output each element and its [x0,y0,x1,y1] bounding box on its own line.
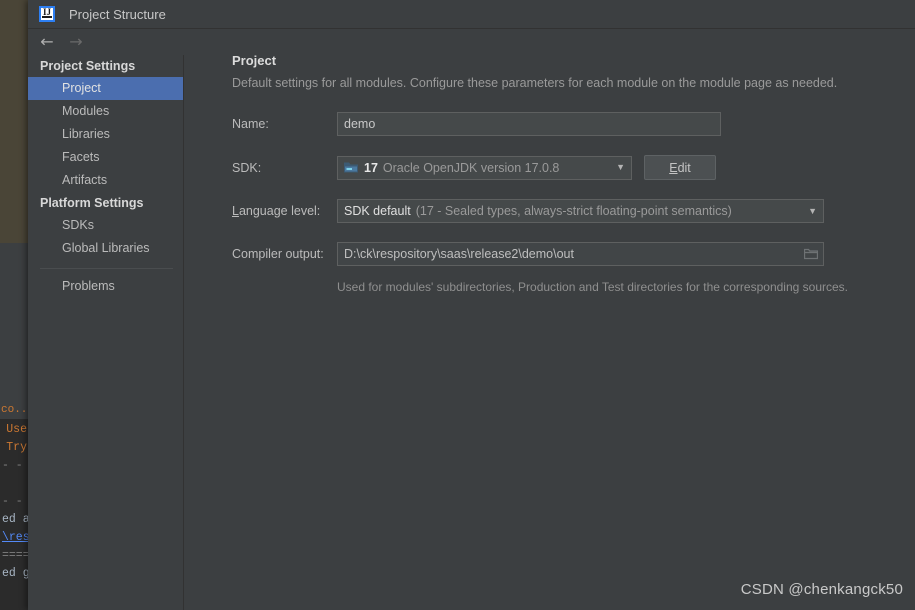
console-tab-label[interactable]: co... [0,401,28,420]
language-level-detail: (17 - Sealed types, always-strict floati… [415,204,732,218]
compiler-output-value: D:\ck\respository\saas\release2\demo\out [344,247,574,261]
project-structure-dialog: Project Structure ← → Project Settings P… [28,0,915,610]
dialog-title: Project Structure [69,6,166,22]
chevron-down-icon[interactable]: ▼ [800,206,817,216]
compiler-output-input[interactable]: D:\ck\respository\saas\release2\demo\out [337,242,824,266]
sdk-name: Oracle OpenJDK version 17.0.8 [382,160,560,175]
name-input-value: demo [344,117,376,131]
console-output: Use Try - - - - - - ed a \res ==== ed g [0,421,28,583]
console-line: ==== [2,549,28,562]
background-editor-strip [0,0,28,243]
name-row: Name: demo [232,112,915,136]
chevron-down-icon[interactable]: ▼ [608,163,625,172]
name-input[interactable]: demo [337,112,721,136]
sidebar-group-platform-settings: Platform Settings [40,196,144,210]
console-line: ed a [2,513,28,526]
console-line: - - - [2,495,28,508]
sdk-edit-button[interactable]: Edit [644,155,716,180]
sidebar-item-sdks[interactable]: SDKs [28,214,183,237]
edit-button-label-rest: dit [677,160,691,175]
sidebar-item-global-libraries[interactable]: Global Libraries [28,237,183,260]
background-tool-strip [0,243,28,401]
console-line-link[interactable]: \res [0,529,28,547]
folder-browse-icon[interactable] [799,243,823,265]
compiler-output-label: Compiler output: [232,247,324,261]
language-level-label-mnemonic: L [232,204,239,218]
console-line: Try [6,441,27,454]
sdk-version: 17 [364,160,378,175]
arrow-left-icon[interactable]: ← [37,33,57,51]
background-console-panel: co... Use Try - - - - - - ed a \res ====… [0,401,28,610]
watermark-text: CSDN @chenkangck50 [740,581,903,598]
sdk-label: SDK: [232,160,262,175]
console-line: ed g [2,567,28,580]
sdk-row: SDK: 17 Oracle OpenJDK version 17.0.8 ▼ … [232,155,915,180]
page-subtitle: Default settings for all modules. Config… [232,76,838,90]
compiler-output-row: Compiler output: D:\ck\respository\saas\… [232,242,915,266]
language-level-label: Language level: [232,204,337,218]
language-level-row: Language level: SDK default (17 - Sealed… [232,199,915,223]
sidebar-item-project[interactable]: Project [28,77,183,100]
sidebar-item-libraries[interactable]: Libraries [28,123,183,146]
sidebar-divider [40,268,173,269]
settings-sidebar: Project Settings Project Modules Librari… [28,55,184,610]
language-level-label-rest: anguage level: [238,204,321,218]
console-line: Use [6,423,27,436]
language-level-combobox[interactable]: SDK default (17 - Sealed types, always-s… [337,199,824,223]
sidebar-item-modules[interactable]: Modules [28,100,183,123]
sidebar-group-project-settings: Project Settings [40,59,136,73]
project-settings-panel: Project Default settings for all modules… [184,40,915,294]
navigation-bar: ← → [28,29,183,55]
sidebar-item-facets[interactable]: Facets [28,146,183,169]
sidebar-item-artifacts[interactable]: Artifacts [28,169,183,192]
intellij-idea-logo-icon [39,6,55,22]
sdk-combobox[interactable]: 17 Oracle OpenJDK version 17.0.8 ▼ [337,155,632,180]
console-line: - - - [2,459,28,472]
edit-button-mnemonic: E [669,160,678,175]
compiler-output-hint: Used for modules' subdirectories, Produc… [337,280,848,294]
page-title: Project [232,53,277,68]
sidebar-item-problems[interactable]: Problems [28,275,183,298]
jdk-folder-icon [344,161,359,174]
dialog-titlebar: Project Structure [28,0,915,29]
name-label: Name: [232,117,269,131]
language-level-value: SDK default [344,204,411,218]
arrow-right-icon[interactable]: → [66,33,86,51]
